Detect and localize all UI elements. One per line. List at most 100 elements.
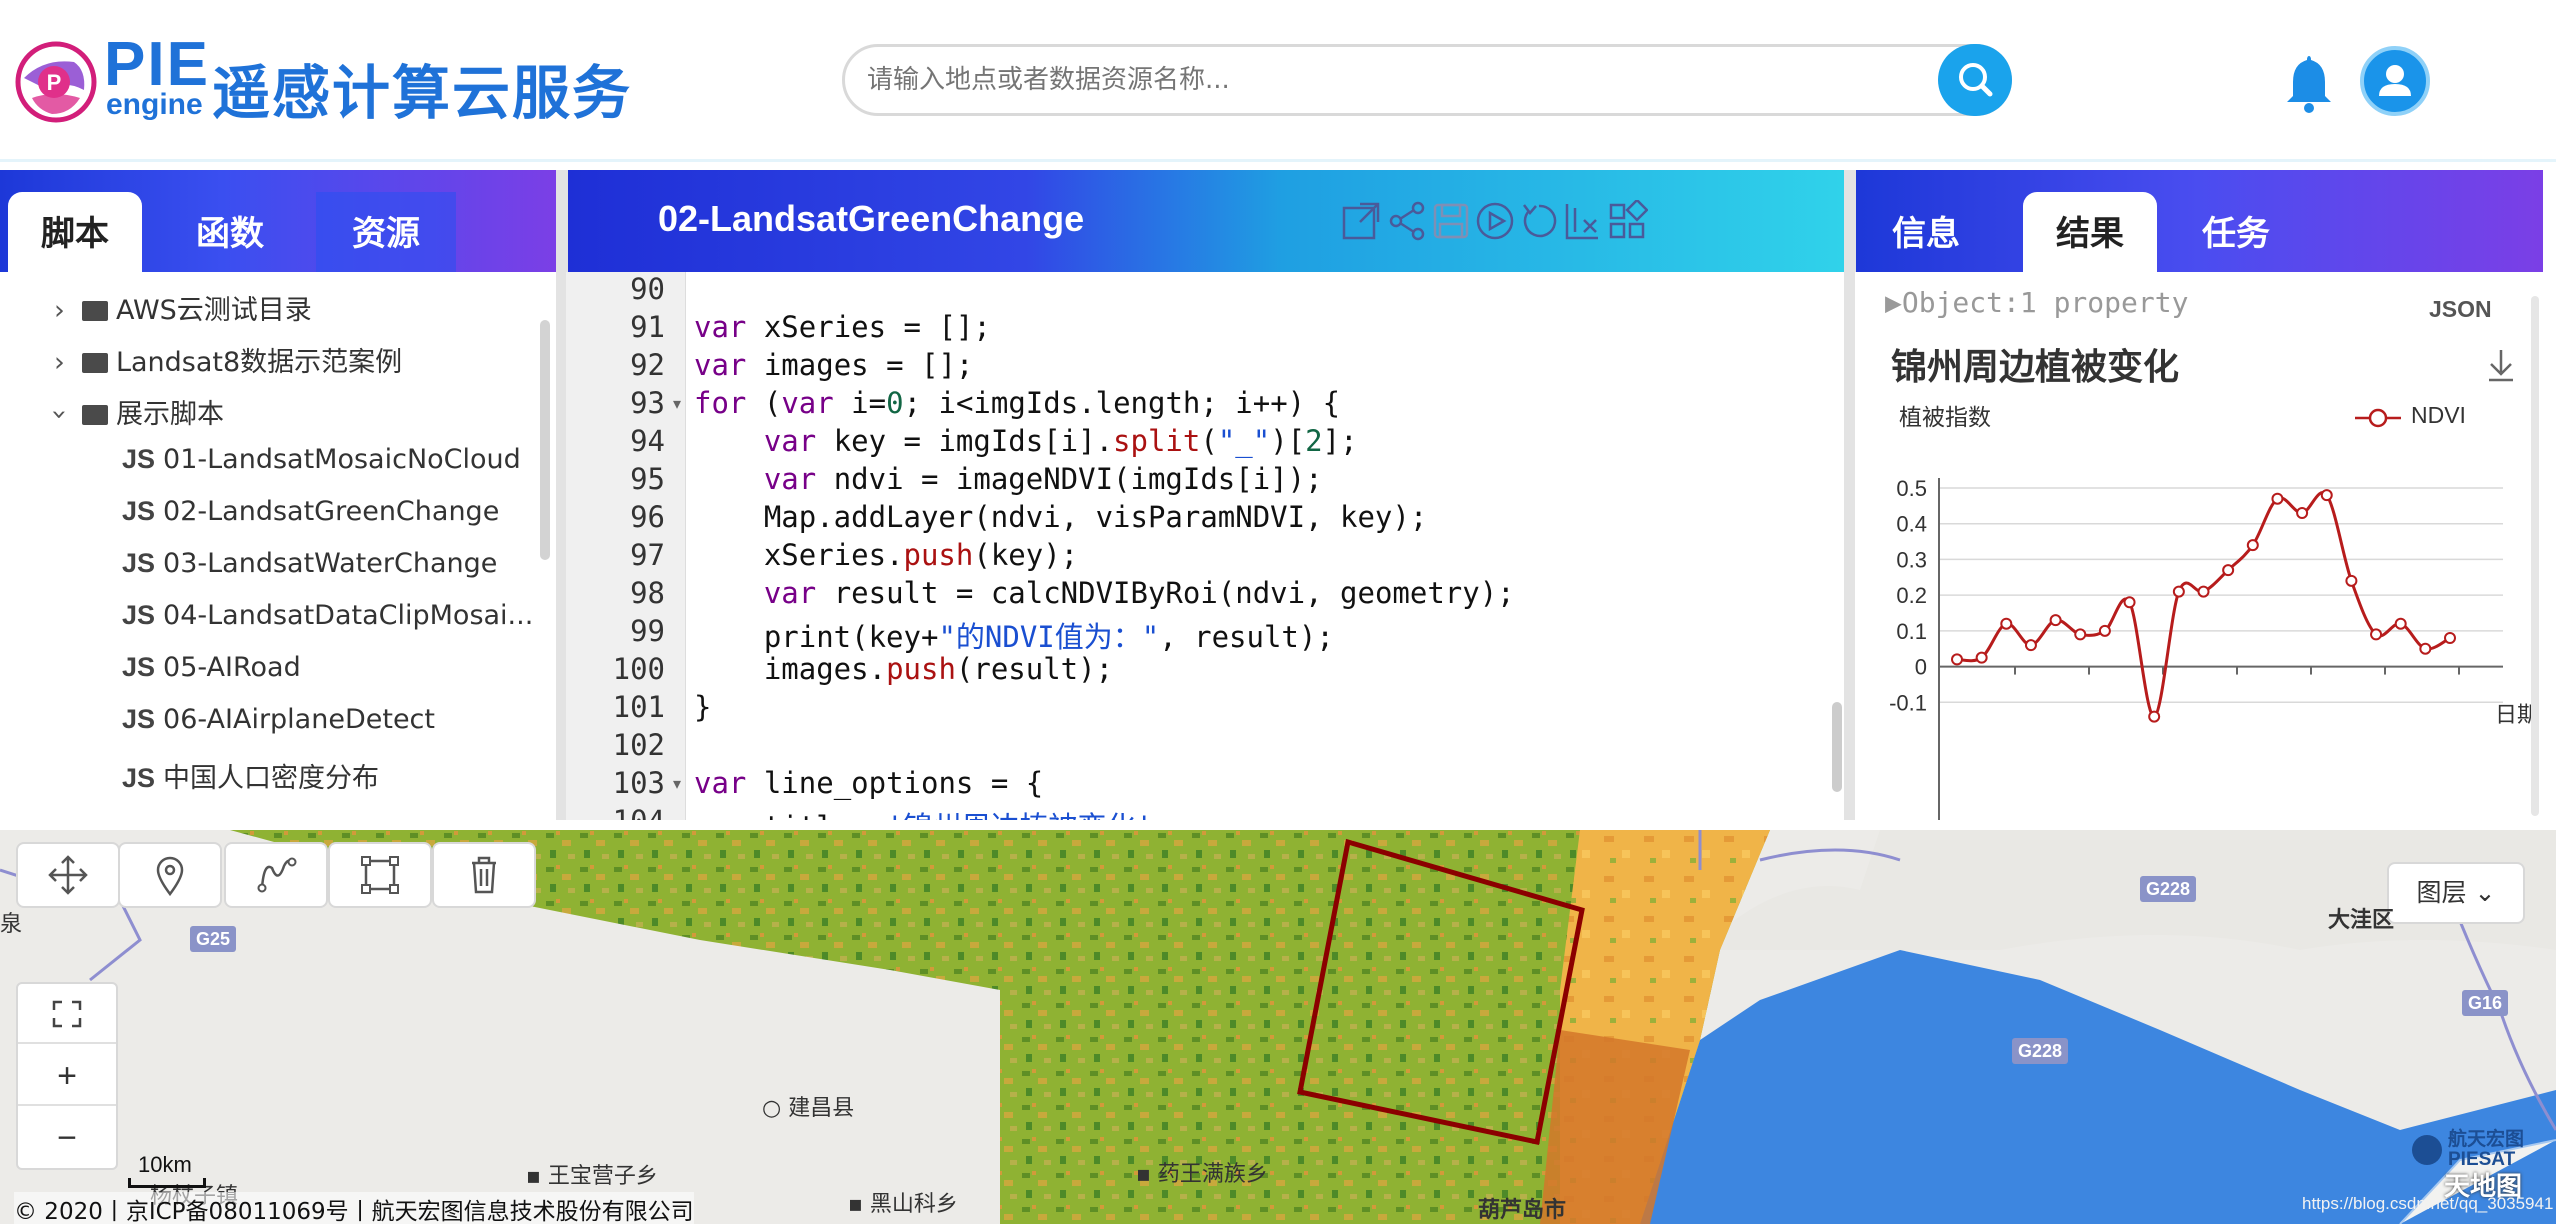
folder-icon [81,353,108,373]
ndvi-data-point[interactable] [2197,585,2210,598]
piesat-logo: 航天宏图 PIESAT [2412,1130,2524,1170]
line-number: 101 [612,690,665,724]
tab-functions[interactable]: 函数 [160,192,300,272]
ndvi-data-point[interactable] [2246,539,2259,552]
run-icon[interactable] [1474,200,1516,242]
fold-arrow-icon[interactable]: ▾ [673,394,681,413]
code-line: var xSeries = []; [694,310,991,344]
search-input[interactable] [867,57,1867,103]
place-label: ▪ 药王满族乡 [1136,1162,1268,1187]
y-tick-label: 0.1 [1896,619,1927,644]
draw-rectangle-button[interactable] [328,842,432,908]
ndvi-data-point[interactable] [2271,492,2284,505]
save-icon[interactable] [1430,200,1472,242]
js-file-icon: JS [122,496,156,526]
line-number: 97 [630,538,665,572]
js-file-icon: JS [122,704,156,734]
folder-label: 展示脚本 [115,399,224,430]
clear-console-icon[interactable] [1562,200,1604,242]
zoom-in-button[interactable]: + [18,1046,116,1106]
js-file-icon: JS [122,444,156,474]
tree-script-item[interactable]: JS 03-LandsatWaterChange [122,548,497,579]
ndvi-data-point[interactable] [2000,617,2013,630]
tab-resources[interactable]: 资源 [316,192,456,272]
script-tree-scrollbar[interactable] [540,320,550,560]
chevron-right-icon: › [54,295,82,326]
script-title: 02-LandsatGreenChange [658,198,1085,239]
bell-icon[interactable] [2283,52,2335,114]
pan-tool-button[interactable] [16,842,120,908]
ndvi-line-chart: 0.50.40.30.20.10-0.1 日期 [1889,350,2539,820]
line-number: 93 [630,386,665,420]
tree-folder-aws[interactable]: › AWS云测试目录 [54,288,312,327]
ndvi-data-point[interactable] [2345,574,2358,587]
fold-arrow-icon[interactable]: ▾ [673,774,681,793]
fullscreen-button[interactable] [18,984,116,1044]
code-line: xSeries.push(key); [694,538,1079,572]
code-editor[interactable]: 90 91 92 93 ▾ 94 95 96 97 98 99 100 101 … [566,272,1844,820]
line-number: 100 [612,652,665,686]
ndvi-data-point[interactable] [2123,596,2136,609]
reset-icon[interactable] [1518,200,1560,242]
tree-script-item[interactable]: JS 04-LandsatDataClipMosai... [122,600,533,631]
draw-line-button[interactable] [224,842,328,908]
ndvi-data-point[interactable] [2444,632,2456,644]
editor-scrollbar[interactable] [1832,702,1842,792]
delete-shape-button[interactable] [432,842,536,908]
ndvi-data-point[interactable] [2049,614,2062,627]
line-number: 99 [630,614,665,648]
ndvi-data-point[interactable] [1975,651,1988,664]
chart-legend[interactable] [2355,408,2401,428]
move-icon [48,855,88,895]
result-scrollbar[interactable] [2531,296,2539,816]
y-tick-label: 0.2 [1896,583,1927,608]
tree-folder-landsat8[interactable]: › Landsat8数据示范案例 [54,340,402,379]
map-view[interactable]: + − 图层 ⌄ G25 G228 G228 G16 ○ 建昌县 ▪ 王宝营子乡… [0,830,2556,1224]
ndvi-data-point[interactable] [2222,564,2235,577]
tree-script-item[interactable]: JS 05-AIRoad [122,652,301,683]
polyline-icon [257,857,297,893]
download-icon[interactable] [2489,350,2513,382]
tree-folder-showcase[interactable]: › 展示脚本 [44,392,224,431]
ndvi-data-point[interactable] [2074,628,2087,641]
add-point-button[interactable] [118,842,222,908]
ndvi-data-point[interactable] [2172,585,2185,598]
ndvi-data-point[interactable] [2320,489,2333,502]
code-line: var key = imgIds[i].split("_")[2]; [763,424,1358,458]
tab-tasks[interactable]: 任务 [2171,192,2301,272]
user-avatar[interactable] [2360,46,2430,116]
layout-grid-icon[interactable] [1606,200,1648,242]
fullscreen-icon [52,1000,82,1028]
ndvi-data-point[interactable] [2148,710,2161,723]
result-panel: ▶Object:1 property JSON 锦州周边植被变化 0.5 0.4 0… [1855,272,2543,820]
line-number: 91 [630,310,665,344]
ndvi-data-point[interactable] [2419,642,2432,655]
zoom-out-button[interactable]: − [18,1108,116,1168]
code-line: print(key+"的NDVI值为：", result); [694,620,1334,654]
search-button[interactable] [1938,44,2012,116]
tree-script-item[interactable]: JS 中国人口密度分布 [122,756,379,795]
ndvi-data-point[interactable] [2370,628,2383,641]
layers-dropdown[interactable]: 图层 ⌄ [2387,862,2525,924]
line-number: 95 [630,462,665,496]
line-number-gutter: 90 91 92 93 ▾ 94 95 96 97 98 99 100 101 … [566,272,686,820]
y-tick-label: 0 [1915,655,1927,680]
ndvi-data-point[interactable] [2024,639,2037,652]
tree-script-item[interactable]: JS 06-AIAirplaneDetect [122,704,435,735]
ndvi-data-point[interactable] [2394,617,2407,630]
tree-script-item[interactable]: JS 01-LandsatMosaicNoCloud [122,444,521,475]
road-shield: G16 [2462,990,2509,1016]
tab-scripts[interactable]: 脚本 [8,192,142,272]
tree-script-item[interactable]: JS 02-LandsatGreenChange [122,496,499,527]
script-label: 03-LandsatWaterChange [163,548,498,579]
share-icon[interactable] [1386,200,1428,242]
ndvi-data-point[interactable] [2296,507,2309,519]
tab-info[interactable]: 信息 [1861,192,1991,272]
editor-toolbar: 02-LandsatGreenChange [566,170,1844,272]
top-header: P PIE engine 遥感计算云服务 [0,0,2556,162]
open-external-icon[interactable] [1340,200,1382,242]
ndvi-data-point[interactable] [1951,653,1963,666]
tab-results[interactable]: 结果 [2023,192,2157,272]
chevron-right-icon: › [54,347,82,378]
ndvi-data-point[interactable] [2098,624,2111,637]
